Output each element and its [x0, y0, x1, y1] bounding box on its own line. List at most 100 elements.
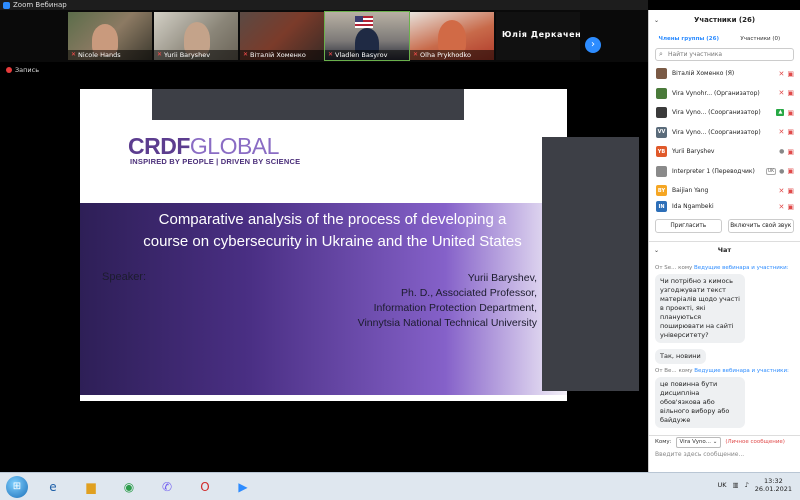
slide-title-line: Comparative analysis of the process of d…	[158, 211, 507, 228]
participant-search-input[interactable]: ⌕ Найти участника	[655, 48, 794, 61]
ie-icon[interactable]: e	[40, 476, 66, 498]
zoom-logo-icon	[3, 1, 10, 9]
camera-off-icon: ▣	[787, 202, 794, 211]
participant-name: Interpreter 1 (Переводчик)	[672, 167, 755, 175]
participant-row[interactable]: Віталій Хоменко (Я) ✕ ▣	[649, 64, 800, 84]
participant-row[interactable]: Vira Vynohr... (Организатор) ✕ ▣	[649, 84, 800, 104]
zoom-icon[interactable]: ▶	[230, 476, 256, 498]
recipient-select[interactable]: Vira Vyno... ⌄	[675, 436, 722, 448]
participant-list: Віталій Хоменко (Я) ✕ ▣ Vira Vynohr... (О…	[649, 64, 800, 213]
recording-label: Запись	[15, 66, 40, 74]
mic-muted-icon: ✕	[778, 202, 785, 211]
chrome-icon[interactable]: ◉	[116, 476, 142, 498]
network-icon[interactable]: ▥	[732, 481, 738, 489]
video-tile-active-speaker[interactable]: ✕ Vladlen Basyrov	[324, 11, 410, 61]
video-name: Nicole Hands	[78, 51, 121, 59]
title-bar: Zoom Вебинар	[0, 0, 648, 10]
video-tile[interactable]: Юлія Деркачен...	[496, 12, 580, 60]
participant-row[interactable]: Vira Vyno... (Соорганизатор) ▲ ▣	[649, 103, 800, 123]
camera-off-icon: ▣	[787, 128, 794, 137]
start-button[interactable]: ⊞	[6, 475, 28, 498]
chat-to-prefix: кому	[678, 367, 693, 374]
crdf-global-logo: CRDFGLOBAL	[128, 133, 279, 160]
participant-name: Baijian Yang	[672, 187, 709, 195]
video-tile[interactable]: ✕ Nicole Hands	[68, 12, 152, 60]
participant-row[interactable]: IN Ida Ngambeki ✕ ▣	[649, 201, 800, 213]
logo-part-b: GLOBAL	[189, 133, 280, 159]
video-name: Olha Prykhodko	[420, 51, 471, 59]
mic-muted-icon: ✕	[778, 69, 785, 78]
avatar	[656, 107, 667, 119]
tab-attendees[interactable]: Участники (0)	[727, 32, 795, 46]
video-tile[interactable]: ✕ Yurii Baryshev	[154, 12, 238, 60]
camera-off-icon: ▣	[787, 147, 794, 156]
avatar	[656, 87, 667, 99]
clock[interactable]: 13:32 26.01.2021	[755, 477, 792, 493]
clock-date: 26.01.2021	[754, 485, 792, 493]
chevron-down-icon[interactable]: ⌄	[654, 247, 659, 254]
tab-group-members[interactable]: Члены группы (26)	[655, 32, 723, 46]
mic-icon: ●	[779, 148, 785, 156]
camera-off-icon: ▣	[787, 167, 794, 176]
video-tile[interactable]: ✕ Віталій Хоменко	[240, 12, 324, 60]
participant-row[interactable]: VV Vira Vyno... (Соорганизатор) ✕ ▣	[649, 123, 800, 143]
chat-message-meta: От Ве... кому Ведущие вебинара и участни…	[655, 368, 794, 374]
private-message-label: (Личное сообщение)	[725, 439, 785, 445]
slide-title-line: course on cybersecurity in Ukraine and t…	[143, 233, 522, 250]
chat-to-prefix: кому	[678, 264, 693, 271]
chat-title: Чат	[717, 246, 732, 254]
mic-muted-icon: ✕	[328, 51, 334, 58]
slide-decor-bar	[152, 89, 464, 120]
flag-icon	[355, 16, 373, 28]
language-indicator[interactable]: UK	[717, 481, 726, 489]
chat-to-label: Кому:	[655, 439, 672, 445]
participant-row[interactable]: Interpreter 1 (Переводчик) UK ● ▣	[649, 162, 800, 182]
speaker-info: Yurii Baryshev, Ph. D., Associated Profe…	[358, 271, 537, 331]
video-name: Віталій Хоменко	[250, 51, 306, 59]
mic-muted-icon: ✕	[157, 51, 163, 58]
viber-icon[interactable]: ✆	[154, 476, 180, 498]
chevron-down-icon[interactable]: ⌄	[654, 17, 659, 24]
chat-recipient-row: Кому: Vira Vyno... ⌄ (Личное сообщение)	[649, 434, 800, 449]
zoom-webinar-screen: Zoom Вебинар ✕ Nicole Hands ✕ Yurii Barysh…	[0, 0, 800, 500]
video-tile[interactable]: ✕ Olha Prykhodko	[410, 12, 494, 60]
mic-muted-icon: ✕	[71, 51, 77, 58]
opera-icon[interactable]: O	[192, 476, 218, 498]
mic-muted-icon: ✕	[243, 51, 249, 58]
participant-name: Yurii Baryshev	[672, 148, 715, 156]
camera-off-icon: ▣	[787, 186, 794, 195]
language-badge: UK	[765, 167, 777, 175]
avatar	[656, 165, 667, 177]
search-icon: ⌕	[659, 50, 663, 58]
participants-header: ⌄ Участники (26)	[649, 10, 800, 30]
participant-row[interactable]: YB Yurii Baryshev ● ▣	[649, 142, 800, 162]
mic-muted-icon: ✕	[778, 128, 785, 137]
unmute-self-button[interactable]: Включить свой звук	[727, 218, 794, 233]
chat-bubble: це повинна бути дисципліна обов'язкова а…	[655, 376, 745, 428]
window-title: Zoom Вебинар	[13, 1, 67, 9]
participants-title: Участники (26)	[693, 16, 756, 24]
volume-icon[interactable]: ♪	[745, 481, 749, 489]
chat-input[interactable]: Введите здесь сообщение...	[649, 449, 800, 463]
avatar: YB	[656, 146, 667, 158]
video-strip: ✕ Nicole Hands ✕ Yurii Baryshev ✕ Віталій Х…	[0, 10, 648, 62]
mic-muted-icon: ✕	[778, 89, 785, 98]
video-overlay-block	[542, 137, 639, 391]
chat-messages[interactable]: От Se... кому Ведущие вебинара и участни…	[649, 259, 800, 429]
next-videos-button[interactable]: ›	[585, 37, 601, 53]
camera-off-icon: ▣	[787, 69, 794, 78]
participant-actions: Пригласить Включить свой звук	[649, 218, 800, 233]
side-panel: ⌄ Участники (26) Члены группы (26) Участ…	[648, 10, 800, 472]
participant-name: Ida Ngambeki	[672, 203, 714, 210]
slide-title: Comparative analysis of the process of d…	[80, 209, 567, 253]
mic-muted-icon: ✕	[413, 51, 419, 58]
record-icon	[6, 67, 12, 73]
participant-row[interactable]: BY Baijian Yang ✕ ▣	[649, 181, 800, 201]
chat-sender: От Ве...	[655, 367, 677, 374]
mic-muted-icon: ✕	[778, 186, 785, 195]
search-placeholder: Найти участника	[668, 51, 723, 58]
explorer-icon[interactable]: ▆	[78, 476, 104, 498]
chat-header: ⌄ Чат	[649, 240, 800, 259]
chat-bubble: Чи потрібно з кимось узгоджувати текст м…	[655, 273, 745, 343]
invite-button[interactable]: Пригласить	[655, 218, 722, 233]
